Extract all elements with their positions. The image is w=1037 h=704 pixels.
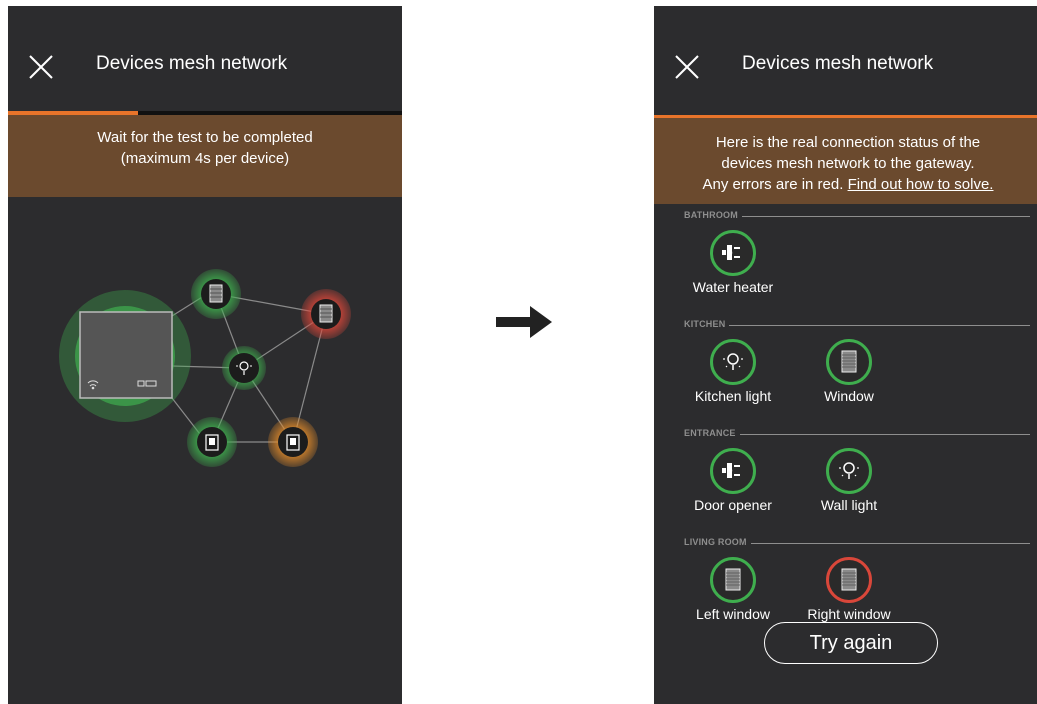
banner-line: Any errors are in red. Find out how to s… — [654, 174, 1037, 195]
banner-line: devices mesh network to the gateway. — [721, 155, 975, 172]
device-label: Right window — [807, 606, 891, 622]
room-section-bathroom: BATHROOM — [654, 210, 1037, 224]
device-label: Wall light — [820, 497, 878, 513]
device-label: Kitchen light — [694, 388, 772, 404]
room-label: BATHROOM — [684, 210, 742, 220]
device-status-ring — [710, 230, 756, 276]
device-wall-light[interactable]: Wall light — [794, 448, 904, 513]
window-blind-icon — [841, 568, 857, 591]
light-bulb-icon — [723, 353, 743, 370]
plug-icon — [722, 463, 740, 478]
device-status-ring — [826, 448, 872, 494]
device-window[interactable]: Window — [794, 339, 904, 404]
header: Devices mesh network — [654, 6, 1037, 111]
mesh-node-switch-warning — [268, 417, 318, 467]
window-blind-icon — [841, 350, 857, 373]
try-again-button[interactable]: Try again — [764, 622, 938, 664]
mesh-node-window-error — [301, 289, 351, 339]
light-bulb-icon — [839, 462, 859, 479]
divider — [684, 325, 1030, 326]
mesh-network-diagram — [59, 269, 351, 467]
plug-icon — [722, 245, 740, 260]
device-kitchen-light[interactable]: Kitchen light — [678, 339, 788, 404]
device-right-window[interactable]: Right window — [794, 557, 904, 622]
mesh-node-window — [191, 269, 241, 319]
device-status-ring — [826, 339, 872, 385]
device-status-ring — [710, 557, 756, 603]
room-section-living-room: LIVING ROOM — [654, 537, 1037, 551]
device-label: Left window — [696, 606, 770, 622]
room-section-entrance: ENTRANCE — [654, 428, 1037, 442]
mesh-node-light — [222, 346, 266, 390]
device-status-ring-error — [826, 557, 872, 603]
device-label: Water heater — [692, 279, 774, 295]
device-door-opener[interactable]: Door opener — [678, 448, 788, 513]
mesh-node-switch — [187, 417, 237, 467]
mesh-test-screen: Devices mesh network Wait for the test t… — [8, 6, 402, 704]
close-icon[interactable] — [674, 54, 700, 80]
device-status-ring — [710, 448, 756, 494]
device-status-ring — [710, 339, 756, 385]
page-title: Devices mesh network — [742, 53, 934, 74]
device-label: Door opener — [694, 497, 772, 513]
info-banner: Here is the real connection status of th… — [654, 118, 1037, 204]
find-out-how-link[interactable]: Find out how to solve. — [848, 176, 994, 193]
banner-line: Here is the real connection status of th… — [715, 134, 981, 151]
room-section-kitchen: KITCHEN — [654, 319, 1037, 333]
window-blind-icon — [725, 568, 741, 591]
mesh-result-screen: Devices mesh network Here is the real co… — [654, 6, 1037, 704]
arrow-right-icon — [496, 306, 552, 338]
device-left-window[interactable]: Left window — [678, 557, 788, 622]
room-label: ENTRANCE — [684, 428, 740, 438]
device-label: Window — [824, 388, 874, 404]
banner-text: Any errors are in red. — [702, 176, 844, 193]
gateway-node — [59, 290, 191, 422]
device-water-heater[interactable]: Water heater — [678, 230, 788, 295]
room-label: KITCHEN — [684, 319, 730, 329]
room-label: LIVING ROOM — [684, 537, 751, 547]
